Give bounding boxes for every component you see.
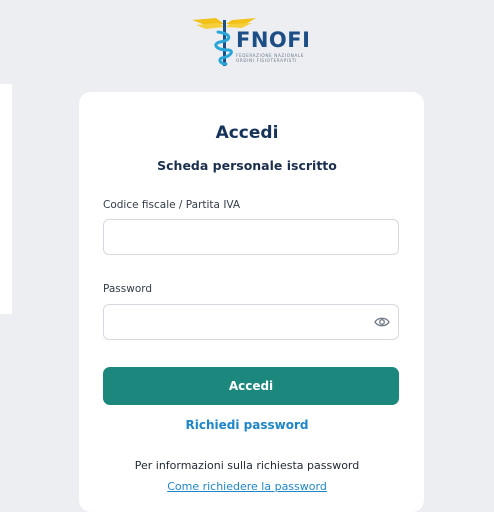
password-input[interactable]	[103, 304, 399, 340]
brand-subtitle-line2: Ordini Fisioterapisti	[236, 58, 297, 63]
request-password-link[interactable]: Richiedi password	[0, 418, 494, 432]
login-card	[79, 92, 424, 512]
brand-subtitle: Federazione Nazionale Ordini Fisioterapi…	[236, 53, 316, 63]
left-panel-edge	[0, 84, 12, 314]
fiscal-code-input[interactable]	[103, 219, 399, 255]
password-info-text: Per informazioni sulla richiesta passwor…	[134, 459, 360, 472]
fnofi-logo: FNOFI Federazione Nazionale Ordini Fisio…	[188, 12, 314, 70]
login-subtitle: Scheda personale iscritto	[157, 158, 337, 173]
login-title: Accedi	[215, 123, 279, 143]
login-button[interactable]: Accedi	[103, 367, 399, 405]
eye-icon[interactable]	[374, 316, 390, 328]
brand-name: FNOFI	[236, 28, 311, 52]
password-label: Password	[103, 283, 153, 295]
how-to-request-password-link[interactable]: Come richiedere la password	[0, 480, 494, 493]
fiscal-code-label: Codice fiscale / Partita IVA	[103, 199, 241, 211]
